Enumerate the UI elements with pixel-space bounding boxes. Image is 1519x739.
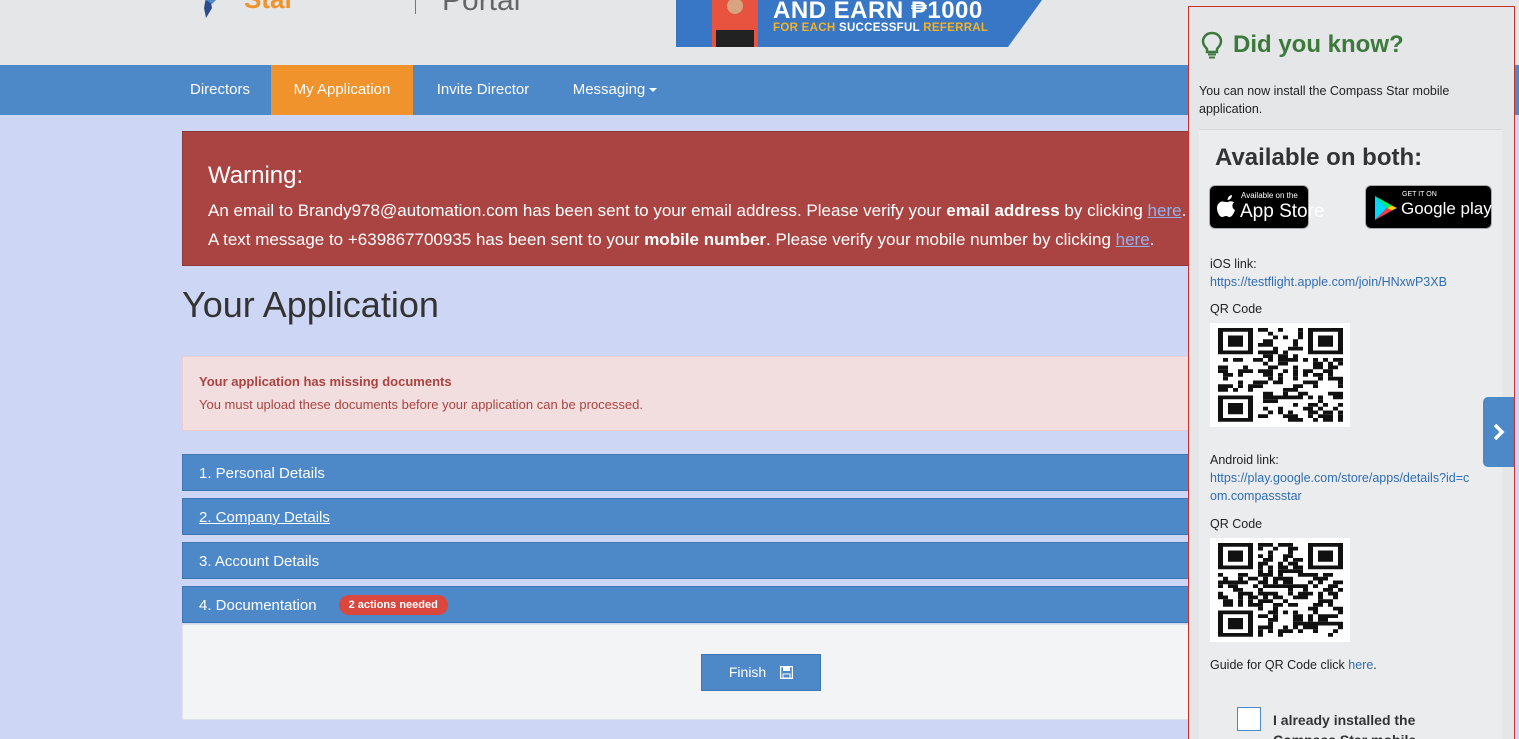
section-personal-details[interactable]: 1. Personal Details: [182, 454, 1212, 491]
nav-item-my-application[interactable]: My Application: [271, 65, 413, 115]
android-link[interactable]: https://play.google.com/store/apps/detai…: [1210, 469, 1470, 505]
caret-down-icon: [649, 88, 658, 93]
referral-banner[interactable]: AND EARN ₱1000 FOR EACH SUCCESSFUL REFER…: [676, 0, 1042, 47]
application-footer: Finish: [182, 624, 1212, 720]
verification-warning: Warning: An email to Brandy978@automatio…: [182, 131, 1212, 266]
apple-icon: [1217, 195, 1235, 217]
email-warning-line: An email to Brandy978@automation.com has…: [208, 201, 1187, 220]
installed-app-checkbox[interactable]: [1237, 707, 1261, 731]
play-icon: [1375, 196, 1397, 220]
banner-subline: FOR EACH SUCCESSFUL REFERRAL: [773, 22, 989, 34]
logo-divider: [415, 0, 416, 14]
nav-messaging-label: Messaging: [572, 81, 646, 98]
lightbulb-icon: [1201, 31, 1223, 59]
app-download-box: Available on both: Available on the App …: [1199, 129, 1502, 739]
qr-code-image: [1218, 328, 1343, 422]
installed-app-checkbox-label[interactable]: I already installed the Compass Star mob…: [1273, 710, 1443, 739]
portal-label: Portal: [442, 0, 521, 17]
finish-button[interactable]: Finish: [701, 654, 821, 691]
install-app-intro: You can now install the Compass Star mob…: [1199, 84, 1450, 116]
missing-documents-title: Your application has missing documents: [199, 374, 452, 389]
section-documentation[interactable]: 4. Documentation 2 actions needed: [182, 586, 1212, 623]
ios-qr-code: [1210, 323, 1350, 427]
page-title: Your Application: [182, 284, 439, 325]
side-panel-toggle[interactable]: [1483, 397, 1514, 467]
ios-link-label: iOS link:: [1210, 257, 1257, 271]
google-play-big-text: Google play: [1401, 199, 1492, 218]
section-account-details[interactable]: 3. Account Details: [182, 542, 1212, 579]
nav-item-messaging[interactable]: Messaging: [560, 65, 670, 115]
verify-email-link[interactable]: here: [1148, 201, 1182, 220]
section-label: 1. Personal Details: [199, 465, 325, 482]
section-company-details[interactable]: 2. Company Details: [182, 498, 1212, 535]
did-you-know-header: Did you know?: [1201, 31, 1404, 59]
svg-text:Star: Star: [244, 0, 295, 14]
did-you-know-panel: Did you know? You can now install the Co…: [1188, 6, 1515, 739]
nav-item-invite-director[interactable]: Invite Director: [418, 65, 548, 115]
missing-documents-alert: Your application has missing documents Y…: [182, 356, 1212, 431]
app-store-button[interactable]: Available on the App Store: [1209, 185, 1325, 229]
app-store-small-text: Available on the: [1241, 191, 1298, 200]
chevron-right-icon: [1493, 423, 1505, 441]
ios-qr-label: QR Code: [1210, 302, 1263, 316]
android-link-label: Android link:: [1210, 453, 1279, 467]
qr-code-image: [1218, 543, 1343, 637]
mobile-warning-line: A text message to +639867700935 has been…: [208, 230, 1155, 249]
android-qr-code: [1210, 538, 1350, 642]
section-label: 3. Account Details: [199, 553, 320, 570]
google-play-button[interactable]: GET IT ON Google play: [1365, 185, 1492, 229]
compass-star-logo-icon: Star: [204, 0, 295, 18]
qr-guide-link[interactable]: here: [1348, 658, 1373, 672]
section-label: 4. Documentation: [199, 597, 317, 614]
verify-mobile-link[interactable]: here: [1116, 230, 1150, 249]
logo[interactable]: Star: [178, 0, 328, 18]
finish-label: Finish: [728, 664, 767, 680]
missing-documents-message: You must upload these documents before y…: [199, 397, 643, 412]
nav-item-directors[interactable]: Directors: [172, 65, 268, 115]
floppy-disk-icon: [779, 665, 794, 680]
ios-link[interactable]: https://testflight.apple.com/join/HNxwP3…: [1210, 273, 1470, 291]
google-play-small-text: GET IT ON: [1402, 191, 1437, 198]
android-qr-label: QR Code: [1210, 517, 1263, 531]
available-heading: Available on both:: [1215, 144, 1423, 171]
did-you-know-title: Did you know?: [1233, 31, 1404, 58]
app-store-big-text: App Store: [1240, 201, 1325, 222]
actions-needed-badge: 2 actions needed: [338, 595, 448, 616]
warning-title: Warning:: [208, 162, 304, 189]
section-label: 2. Company Details: [199, 509, 330, 526]
qr-guide-text: Guide for QR Code click here.: [1210, 658, 1377, 672]
